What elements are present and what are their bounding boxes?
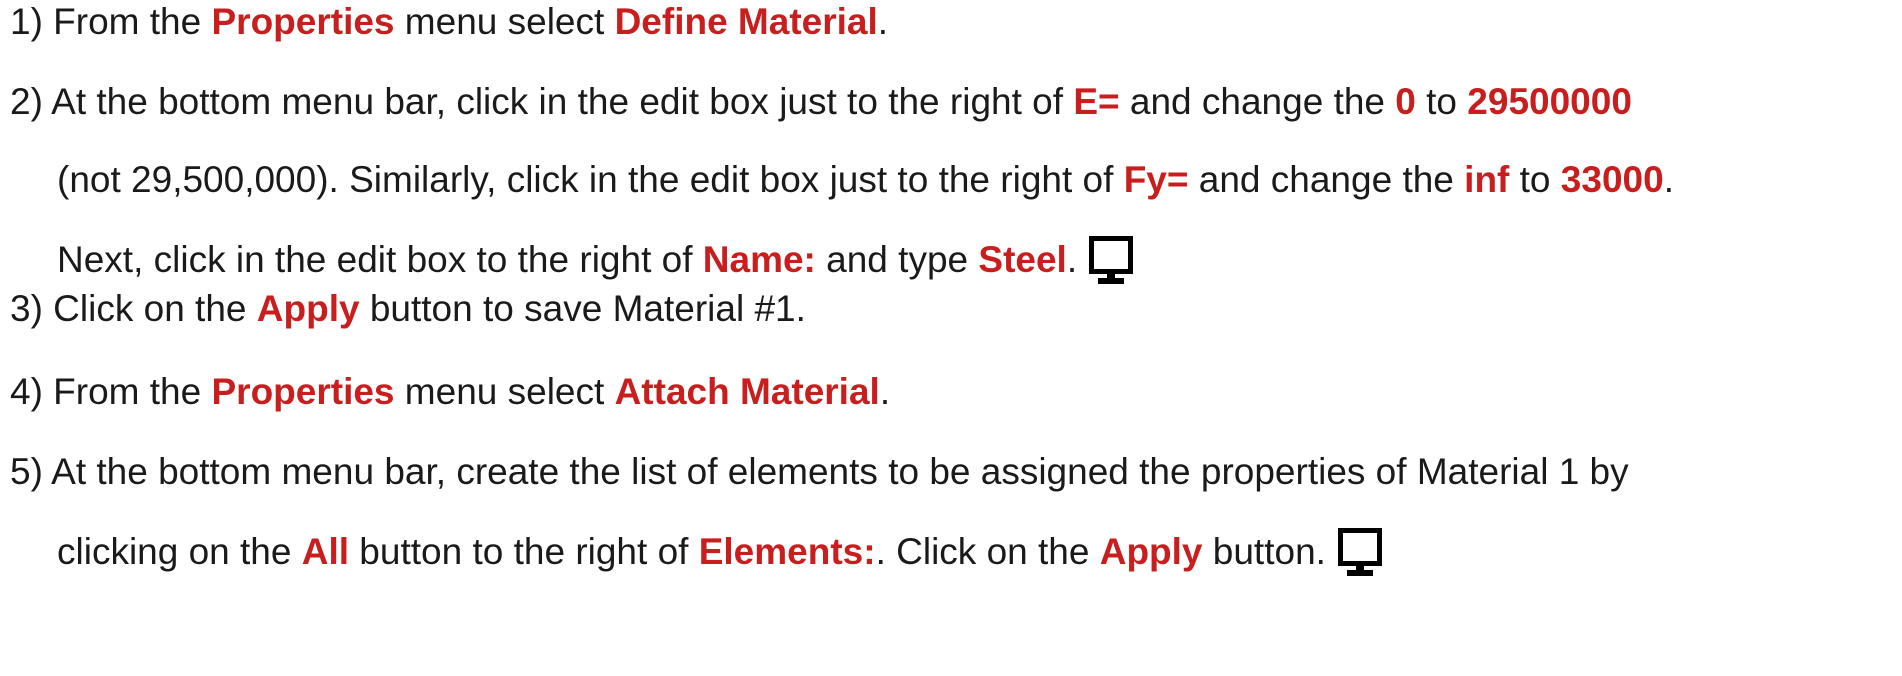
step-2-line-2: (not 29,500,000). Similarly, click in th… bbox=[10, 158, 1674, 202]
step-3-line-1: 3) Click on the Apply button to save Mat… bbox=[10, 287, 806, 331]
highlighted-term: 0 bbox=[1395, 81, 1416, 122]
step-2-line-3: Next, click in the edit box to the right… bbox=[10, 236, 1674, 284]
step-text: 1) From the bbox=[10, 1, 212, 42]
step-text: 3) Click on the bbox=[10, 288, 257, 329]
highlighted-term: Attach Material bbox=[614, 371, 880, 412]
step-text: clicking on the bbox=[57, 531, 302, 572]
step-text: 5) At the bottom menu bar, create the li… bbox=[10, 451, 1629, 492]
step-text: 4) From the bbox=[10, 371, 212, 412]
step-text: button to save Material #1. bbox=[359, 288, 806, 329]
step-1-line-1: 1) From the Properties menu select Defin… bbox=[10, 0, 888, 44]
highlighted-term: Apply bbox=[256, 288, 360, 329]
step-text: menu select bbox=[394, 1, 615, 42]
highlighted-term: Properties bbox=[211, 371, 395, 412]
highlighted-term: Elements: bbox=[698, 531, 876, 572]
instruction-document: 1) From the Properties menu select Defin… bbox=[0, 0, 1902, 676]
step-text: . bbox=[1066, 239, 1078, 280]
step-text: to bbox=[1509, 159, 1561, 200]
step-text: and change the bbox=[1119, 81, 1396, 122]
step-text: Next, click in the edit box to the right… bbox=[57, 239, 703, 280]
instruction-step-2: 2) At the bottom menu bar, click in the … bbox=[10, 80, 1674, 284]
highlighted-term: Fy= bbox=[1123, 159, 1189, 200]
instruction-step-1: 1) From the Properties menu select Defin… bbox=[10, 0, 888, 44]
instruction-step-4: 4) From the Properties menu select Attac… bbox=[10, 370, 890, 414]
step-text: 2) At the bottom menu bar, click in the … bbox=[10, 81, 1074, 122]
step-text: (not 29,500,000). Similarly, click in th… bbox=[57, 159, 1124, 200]
highlighted-term: Apply bbox=[1099, 531, 1203, 572]
instruction-step-5: 5) At the bottom menu bar, create the li… bbox=[10, 450, 1629, 576]
step-text: . Click on the bbox=[875, 531, 1100, 572]
highlighted-term: E= bbox=[1073, 81, 1120, 122]
step-text: . bbox=[1663, 159, 1674, 200]
highlighted-term: Define Material bbox=[614, 1, 878, 42]
step-5-line-1: 5) At the bottom menu bar, create the li… bbox=[10, 450, 1629, 494]
step-text: button to the right of bbox=[349, 531, 699, 572]
highlighted-term: 33000 bbox=[1560, 159, 1664, 200]
highlighted-term: Properties bbox=[211, 1, 395, 42]
instruction-step-3: 3) Click on the Apply button to save Mat… bbox=[10, 287, 806, 331]
step-text: . bbox=[877, 1, 889, 42]
step-2-line-1: 2) At the bottom menu bar, click in the … bbox=[10, 80, 1674, 124]
step-text: . bbox=[879, 371, 891, 412]
step-text: to bbox=[1415, 81, 1468, 122]
step-text: menu select bbox=[394, 371, 615, 412]
highlighted-term: 29500000 bbox=[1467, 81, 1632, 122]
highlighted-term: All bbox=[301, 531, 350, 572]
step-text: button. bbox=[1202, 531, 1326, 572]
step-text: and type bbox=[815, 239, 979, 280]
step-text: and change the bbox=[1188, 159, 1465, 200]
monitor-icon bbox=[1089, 236, 1134, 286]
highlighted-term: Steel bbox=[978, 239, 1067, 280]
step-4-line-1: 4) From the Properties menu select Attac… bbox=[10, 370, 890, 414]
step-5-line-2: clicking on the All button to the right … bbox=[10, 528, 1629, 576]
highlighted-term: Name: bbox=[702, 239, 816, 280]
highlighted-term: inf bbox=[1464, 159, 1510, 200]
monitor-icon bbox=[1337, 528, 1382, 578]
